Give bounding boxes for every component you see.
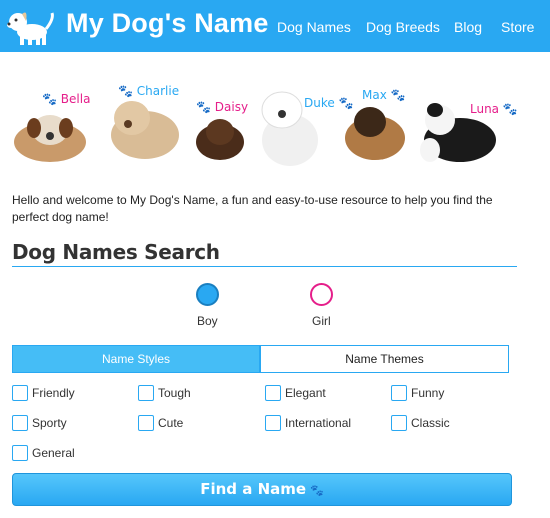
paw-icon: 🐾 <box>502 102 518 116</box>
checkbox-label[interactable]: Friendly <box>32 386 75 400</box>
section-divider <box>12 266 517 267</box>
paw-icon: 🐾 <box>390 88 406 102</box>
checkbox-elegant[interactable]: Elegant <box>265 385 385 403</box>
checkbox-box[interactable] <box>12 445 28 461</box>
checkbox-label[interactable]: International <box>285 416 351 430</box>
checkbox-label[interactable]: Cute <box>158 416 183 430</box>
checkbox-box[interactable] <box>391 415 407 431</box>
checkbox-friendly[interactable]: Friendly <box>12 385 132 403</box>
puppy-name-bella: 🐾 Bella <box>42 92 91 106</box>
dog-logo-icon[interactable] <box>6 5 58 47</box>
checkbox-international[interactable]: International <box>265 415 385 433</box>
checkbox-cute[interactable]: Cute <box>138 415 258 433</box>
site-brand-title[interactable]: My Dog's Name <box>66 8 269 39</box>
girl-radio-button[interactable] <box>310 283 333 306</box>
tab-name-themes[interactable]: Name Themes <box>260 345 509 373</box>
paw-icon: 🐾 <box>310 484 324 497</box>
search-section-title: Dog Names Search <box>12 240 220 264</box>
checkbox-classic[interactable]: Classic <box>391 415 511 433</box>
nav-store[interactable]: Store <box>501 19 534 35</box>
puppy-name-max: Max 🐾 <box>362 88 406 102</box>
checkbox-tough[interactable]: Tough <box>138 385 258 403</box>
top-navigation-bar: My Dog's Name Dog Names Dog Breeds Blog … <box>0 0 550 52</box>
puppies-banner: 🐾 Bella 🐾 Charlie 🐾 Daisy Duke 🐾 Max 🐾 L… <box>10 80 518 180</box>
checkbox-label[interactable]: Sporty <box>32 416 67 430</box>
tab-name-styles[interactable]: Name Styles <box>12 345 260 373</box>
nav-dog-names[interactable]: Dog Names <box>277 19 351 35</box>
checkbox-general[interactable]: General <box>12 445 132 463</box>
boy-radio-button[interactable] <box>196 283 219 306</box>
girl-radio-label[interactable]: Girl <box>312 314 331 328</box>
boy-radio-label[interactable]: Boy <box>197 314 218 328</box>
checkbox-funny[interactable]: Funny <box>391 385 511 403</box>
checkbox-box[interactable] <box>138 385 154 401</box>
checkbox-sporty[interactable]: Sporty <box>12 415 132 433</box>
checkbox-box[interactable] <box>265 385 281 401</box>
checkbox-box[interactable] <box>12 385 28 401</box>
checkbox-label[interactable]: General <box>32 446 75 460</box>
paw-icon: 🐾 <box>118 84 133 98</box>
intro-text: Hello and welcome to My Dog's Name, a fu… <box>12 193 493 224</box>
paw-icon: 🐾 <box>196 100 211 114</box>
checkbox-box[interactable] <box>12 415 28 431</box>
puppy-name-daisy: 🐾 Daisy <box>196 100 249 114</box>
puppy-name-charlie: 🐾 Charlie <box>118 84 180 98</box>
paw-icon: 🐾 <box>338 96 354 110</box>
checkbox-label[interactable]: Elegant <box>285 386 326 400</box>
checkbox-label[interactable]: Classic <box>411 416 450 430</box>
checkbox-label[interactable]: Funny <box>411 386 444 400</box>
checkbox-box[interactable] <box>138 415 154 431</box>
puppy-name-duke: Duke 🐾 <box>304 96 354 110</box>
paw-icon: 🐾 <box>42 92 57 106</box>
nav-dog-breeds[interactable]: Dog Breeds <box>366 19 440 35</box>
checkbox-box[interactable] <box>391 385 407 401</box>
nav-blog[interactable]: Blog <box>454 19 482 35</box>
checkbox-label[interactable]: Tough <box>158 386 191 400</box>
puppy-name-luna: Luna 🐾 <box>470 102 518 116</box>
find-a-name-button[interactable]: Find a Name 🐾 <box>12 473 512 506</box>
checkbox-box[interactable] <box>265 415 281 431</box>
find-button-label[interactable]: Find a Name <box>200 480 306 498</box>
